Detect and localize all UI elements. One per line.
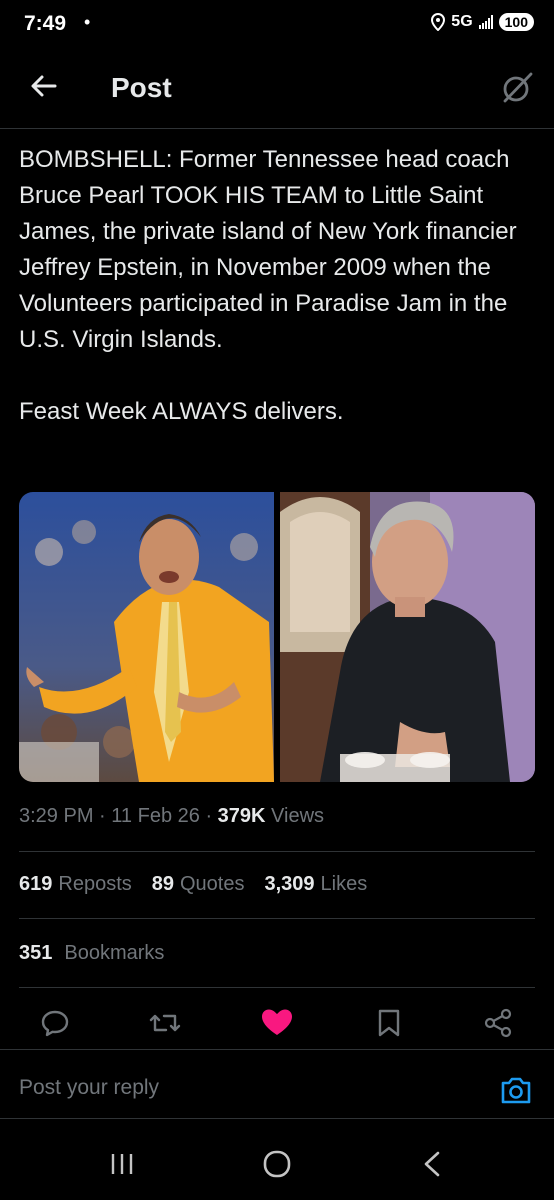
- epstein-photo[interactable]: [280, 492, 535, 782]
- bookmarks-count: 351: [19, 942, 53, 964]
- post-text: BOMBSHELL: Former Tennessee head coach B…: [19, 146, 517, 425]
- quotes-label: Quotes: [180, 873, 245, 895]
- quotes-stat[interactable]: 89 Quotes: [152, 873, 245, 896]
- likes-count: 3,309: [264, 873, 315, 895]
- repost-button[interactable]: [147, 1005, 183, 1041]
- nav-back-button[interactable]: [412, 1148, 452, 1180]
- home-icon: [263, 1150, 291, 1178]
- reposts-stat[interactable]: 619 Reposts: [19, 873, 132, 896]
- system-nav-bar: [0, 1120, 554, 1200]
- bookmark-icon: [378, 1009, 400, 1037]
- grok-icon[interactable]: [500, 71, 534, 105]
- likes-label: Likes: [320, 873, 368, 895]
- coach-photo[interactable]: [19, 492, 274, 782]
- quotes-count: 89: [151, 873, 174, 895]
- battery-icon: 100: [498, 13, 534, 31]
- repost-icon: [149, 1014, 181, 1032]
- like-button[interactable]: [259, 1005, 295, 1041]
- reply-bar: Post your reply: [0, 1049, 554, 1119]
- recents-button[interactable]: [102, 1148, 142, 1180]
- post-media[interactable]: [19, 492, 535, 782]
- divider: [19, 918, 535, 919]
- divider: [19, 851, 535, 852]
- post-header: Post: [0, 50, 554, 129]
- page-title: Post: [111, 72, 172, 103]
- meta-separator: ·: [205, 805, 213, 827]
- status-time: 7:49: [24, 12, 67, 35]
- views-label: Views: [271, 805, 325, 827]
- likes-stat[interactable]: 3,309 Likes: [264, 873, 367, 896]
- action-bar: [0, 1005, 554, 1045]
- reposts-count: 619: [19, 873, 53, 895]
- bookmarks-label: Bookmarks: [64, 942, 165, 964]
- status-right: 5G 100: [431, 13, 534, 31]
- post-meta: 3:29 PM · 11 Feb 26 · 379K Views: [19, 805, 324, 828]
- bookmarks-stat[interactable]: 351 Bookmarks: [19, 942, 164, 965]
- back-icon: [424, 1151, 440, 1177]
- post-stats: 619 Reposts 89 Quotes 3,309 Likes: [19, 873, 367, 896]
- reposts-label: Reposts: [58, 873, 132, 895]
- back-arrow-icon[interactable]: [30, 72, 58, 100]
- post-time: 3:29 PM: [19, 805, 94, 827]
- divider: [19, 987, 535, 988]
- meta-separator: ·: [99, 805, 106, 827]
- share-icon: [484, 1008, 512, 1038]
- reply-input[interactable]: Post your reply: [19, 1076, 159, 1100]
- recents-icon: [111, 1154, 133, 1174]
- signal-icon: [478, 15, 493, 29]
- views-count: 379K: [217, 805, 266, 827]
- status-bar: 7:49 • 5G 100: [0, 0, 554, 50]
- status-dot: •: [84, 12, 91, 32]
- post-date: 11 Feb 26: [111, 805, 200, 827]
- home-button[interactable]: [257, 1148, 297, 1180]
- network-label: 5G: [451, 13, 473, 30]
- location-icon: [431, 13, 446, 31]
- share-button[interactable]: [480, 1005, 516, 1041]
- reply-button[interactable]: [37, 1005, 73, 1041]
- like-icon: [262, 1009, 292, 1035]
- bookmark-button[interactable]: [371, 1005, 407, 1041]
- reply-icon: [41, 1010, 69, 1037]
- camera-icon[interactable]: [500, 1075, 532, 1105]
